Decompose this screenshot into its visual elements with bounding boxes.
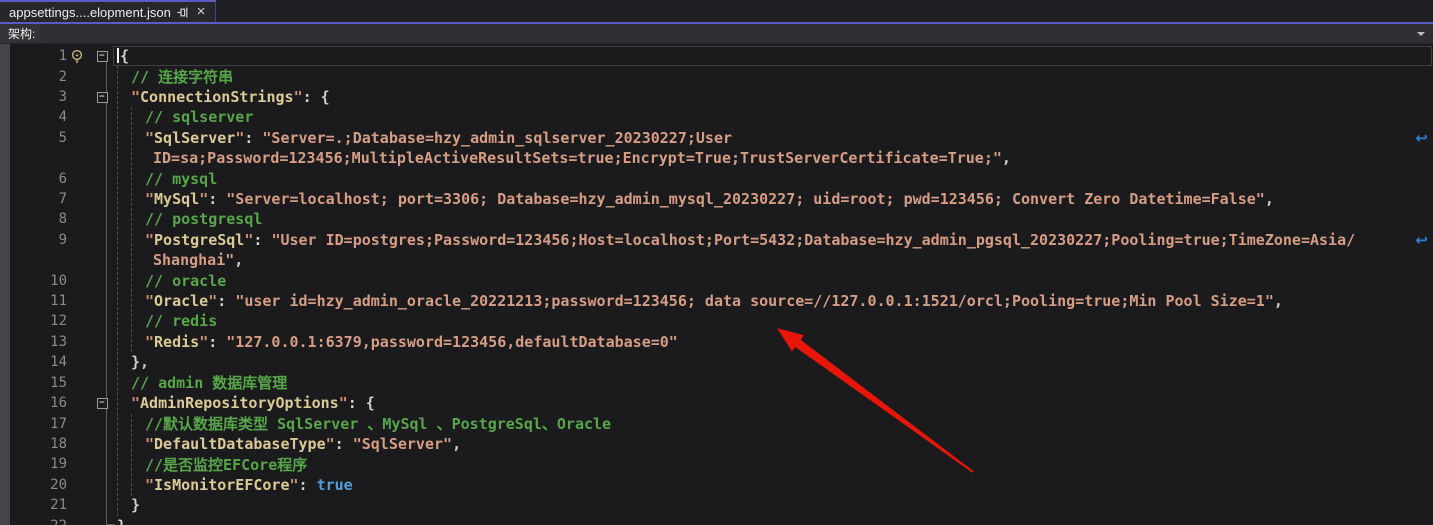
code-text: },	[117, 353, 149, 371]
code-text: "AdminRepositoryOptions": {	[117, 394, 375, 412]
code-line[interactable]: 22}	[0, 515, 1433, 525]
code-text: ID=sa;Password=123456;MultipleActiveResu…	[117, 149, 1011, 167]
line-number: 18	[0, 436, 67, 452]
code-line[interactable]: 14},	[0, 352, 1433, 372]
line-number: 13	[0, 334, 67, 350]
text-caret	[117, 48, 119, 63]
document-tab[interactable]: appsettings....elopment.json ×	[0, 0, 216, 22]
code-line[interactable]: 8 // postgresql	[0, 209, 1433, 229]
tab-title: appsettings....elopment.json	[9, 5, 171, 20]
code-line[interactable]: 9 "PostgreSql": "User ID=postgres;Passwor…	[0, 230, 1433, 250]
code-line[interactable]: 20 "IsMonitorEFCore": true	[0, 475, 1433, 495]
line-number: 7	[0, 191, 67, 207]
code-line[interactable]: ID=sa;Password=123456;MultipleActiveResu…	[0, 148, 1433, 168]
code-text: {	[117, 47, 129, 65]
lightbulb-icon[interactable]	[67, 46, 87, 66]
code-text: // postgresql	[117, 210, 262, 228]
chevron-down-icon	[1417, 32, 1425, 36]
line-number: 1	[0, 48, 67, 64]
line-number: 5	[0, 130, 67, 146]
pin-icon[interactable]	[174, 4, 190, 20]
code-text: }	[117, 517, 126, 525]
current-line-highlight	[113, 46, 1432, 66]
code-line[interactable]: 10 // oracle	[0, 270, 1433, 290]
code-text: "Redis": "127.0.0.1:6379,password=123456…	[117, 333, 678, 351]
code-line[interactable]: 6 // mysql	[0, 168, 1433, 188]
close-icon[interactable]: ×	[193, 4, 209, 20]
code-line[interactable]: 11 "Oracle": "user id=hzy_admin_oracle_20…	[0, 291, 1433, 311]
line-number: 10	[0, 273, 67, 289]
code-text: //是否监控EFCore程序	[117, 454, 307, 475]
line-number: 19	[0, 456, 67, 472]
code-line[interactable]: 12 // redis	[0, 311, 1433, 331]
code-text: "SqlServer": "Server=.;Database=hzy_admi…	[117, 129, 732, 147]
code-line[interactable]: 2 // 连接字符串	[0, 66, 1433, 86]
code-text: "ConnectionStrings": {	[117, 88, 330, 106]
code-line[interactable]: 13 "Redis": "127.0.0.1:6379,password=1234…	[0, 332, 1433, 352]
code-lines: 1−{2// 连接字符串3−"ConnectionStrings": {4// …	[0, 46, 1433, 525]
code-line[interactable]: Shanghai",	[0, 250, 1433, 270]
schema-bar: 架构:	[0, 24, 1433, 44]
code-line[interactable]: 19 //是否监控EFCore程序	[0, 454, 1433, 474]
code-text: //默认数据库类型 SqlServer 、MySql 、PostgreSql、O…	[117, 413, 611, 434]
tab-strip: appsettings....elopment.json ×	[0, 0, 1433, 24]
line-number: 8	[0, 211, 67, 227]
line-number: 3	[0, 89, 67, 105]
code-text: Shanghai",	[117, 251, 243, 269]
code-text: // oracle	[117, 272, 226, 290]
code-text: }	[117, 496, 140, 514]
word-wrap-return-icon: ↩	[1415, 231, 1428, 249]
word-wrap-return-icon: ↩	[1415, 129, 1428, 147]
code-line[interactable]: 16 −"AdminRepositoryOptions": {	[0, 393, 1433, 413]
code-text: "Oracle": "user id=hzy_admin_oracle_2022…	[117, 292, 1283, 310]
code-line[interactable]: 15 // admin 数据库管理	[0, 373, 1433, 393]
code-line[interactable]: 18 "DefaultDatabaseType": "SqlServer",	[0, 434, 1433, 454]
code-editor[interactable]: 1−{2// 连接字符串3−"ConnectionStrings": {4// …	[0, 44, 1433, 525]
code-text: // sqlserver	[117, 108, 253, 126]
code-text: // mysql	[117, 170, 217, 188]
code-line[interactable]: 7 "MySql": "Server=localhost; port=3306; …	[0, 189, 1433, 209]
line-number: 11	[0, 293, 67, 309]
line-number: 20	[0, 477, 67, 493]
code-text: // 连接字符串	[117, 66, 233, 87]
line-number: 22	[0, 518, 67, 525]
code-text: "DefaultDatabaseType": "SqlServer",	[117, 435, 461, 453]
code-line[interactable]: 5 "SqlServer": "Server=.;Database=hzy_adm…	[0, 128, 1433, 148]
code-text: "MySql": "Server=localhost; port=3306; D…	[117, 190, 1274, 208]
schema-dropdown[interactable]	[41, 25, 1433, 43]
code-text: // redis	[117, 312, 217, 330]
line-number: 15	[0, 375, 67, 391]
line-number: 14	[0, 354, 67, 370]
fold-toggle[interactable]: −	[97, 51, 108, 62]
schema-label: 架构:	[0, 25, 41, 42]
code-text: "IsMonitorEFCore": true	[117, 476, 353, 494]
line-number: 2	[0, 69, 67, 85]
code-text: // admin 数据库管理	[117, 372, 287, 393]
code-text: "PostgreSql": "User ID=postgres;Password…	[117, 231, 1355, 249]
fold-toggle[interactable]: −	[97, 398, 108, 409]
line-number: 4	[0, 109, 67, 125]
code-line[interactable]: 1 −{	[0, 46, 1433, 66]
line-number: 6	[0, 171, 67, 187]
code-line[interactable]: 17 //默认数据库类型 SqlServer 、MySql 、PostgreSql…	[0, 413, 1433, 433]
line-number: 9	[0, 232, 67, 248]
line-number: 17	[0, 416, 67, 432]
line-number: 21	[0, 497, 67, 513]
line-number: 12	[0, 313, 67, 329]
code-line[interactable]: 3 −"ConnectionStrings": {	[0, 87, 1433, 107]
fold-toggle[interactable]: −	[97, 92, 108, 103]
code-line[interactable]: 4 // sqlserver	[0, 107, 1433, 127]
code-line[interactable]: 21}	[0, 495, 1433, 515]
line-number: 16	[0, 395, 67, 411]
